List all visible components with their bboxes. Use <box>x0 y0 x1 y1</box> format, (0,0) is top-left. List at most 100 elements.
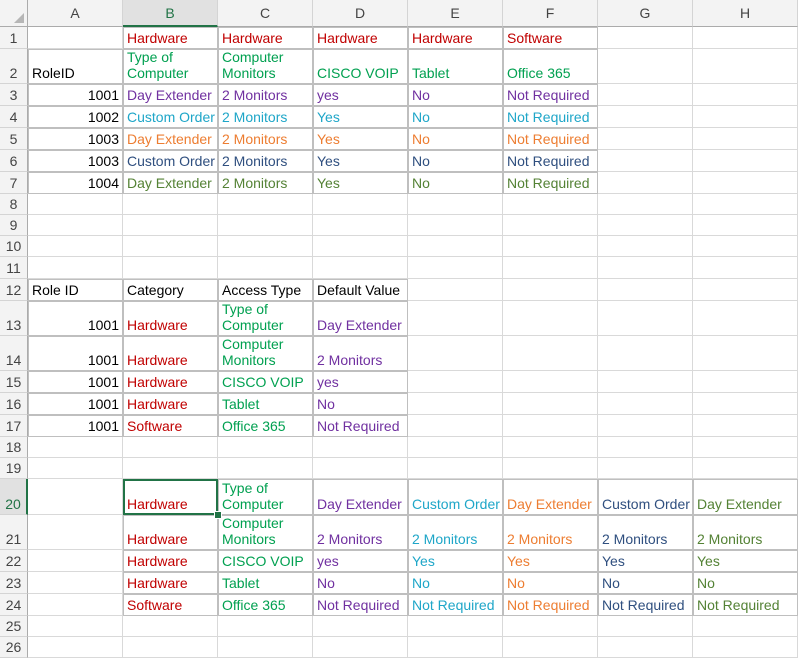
value-cell[interactable]: Tablet <box>218 393 313 415</box>
row-header-19[interactable]: 19 <box>0 458 28 479</box>
role-id-cell[interactable]: 1001 <box>28 336 123 371</box>
value-cell[interactable]: No <box>408 128 503 150</box>
row-header-5[interactable]: 5 <box>0 128 28 150</box>
role-id-cell[interactable]: 1002 <box>28 106 123 128</box>
value-cell[interactable]: Day Extender <box>123 128 218 150</box>
value-cell[interactable]: Office 365 <box>218 594 313 616</box>
value-cell[interactable]: Office 365 <box>218 415 313 437</box>
value-cell[interactable]: Type of Computer <box>218 301 313 336</box>
category-header[interactable]: Hardware <box>123 27 218 49</box>
column-header-c[interactable]: C <box>218 0 313 27</box>
column-header-a[interactable]: A <box>28 0 123 27</box>
value-cell[interactable]: Not Required <box>503 128 598 150</box>
row-header-6[interactable]: 6 <box>0 150 28 172</box>
value-cell[interactable]: Not Required <box>503 172 598 194</box>
row-header-20[interactable]: 20 <box>0 479 28 515</box>
category-header[interactable]: Software <box>503 27 598 49</box>
roleid-header[interactable]: RoleID <box>28 49 123 84</box>
row-header-16[interactable]: 16 <box>0 393 28 415</box>
role-id-cell[interactable]: 1004 <box>28 172 123 194</box>
value-cell[interactable]: No <box>693 572 798 594</box>
value-cell[interactable]: Not Required <box>408 594 503 616</box>
value-cell[interactable]: Yes <box>408 550 503 572</box>
row-header-21[interactable]: 21 <box>0 515 28 550</box>
value-cell[interactable]: Yes <box>313 172 408 194</box>
value-cell[interactable]: Custom Order <box>123 150 218 172</box>
value-cell[interactable]: Hardware <box>123 336 218 371</box>
value-cell[interactable]: No <box>408 106 503 128</box>
role-id-cell[interactable]: 1003 <box>28 128 123 150</box>
value-cell[interactable]: Day Extender <box>503 479 598 515</box>
value-cell[interactable]: Yes <box>503 550 598 572</box>
value-cell[interactable]: No <box>408 572 503 594</box>
access-type-header[interactable]: Tablet <box>408 49 503 84</box>
access-type-header[interactable]: Computer Monitors <box>218 49 313 84</box>
value-cell[interactable]: No <box>313 572 408 594</box>
value-cell[interactable]: No <box>408 172 503 194</box>
row-header-2[interactable]: 2 <box>0 49 28 84</box>
value-cell[interactable]: 2 Monitors <box>218 172 313 194</box>
access-type-header[interactable]: Office 365 <box>503 49 598 84</box>
value-cell[interactable]: Not Required <box>503 106 598 128</box>
table2-header[interactable]: Access Type <box>218 279 313 301</box>
value-cell[interactable]: No <box>313 393 408 415</box>
value-cell[interactable]: No <box>598 572 693 594</box>
table2-header[interactable]: Role ID <box>28 279 123 301</box>
row-header-23[interactable]: 23 <box>0 572 28 594</box>
value-cell[interactable]: Day Extender <box>313 479 408 515</box>
fill-handle[interactable] <box>214 511 222 519</box>
value-cell[interactable]: Custom Order <box>408 479 503 515</box>
spreadsheet-grid[interactable]: A B C D E F G H 1 2 3 4 5 6 7 8 9 10 11 12 13 14 15 16 17 18 19 20 2… <box>0 0 798 658</box>
value-cell[interactable]: Yes <box>598 550 693 572</box>
value-cell[interactable]: yes <box>313 84 408 106</box>
value-cell[interactable]: Yes <box>313 106 408 128</box>
value-cell[interactable]: 2 Monitors <box>408 515 503 550</box>
value-cell[interactable]: Not Required <box>693 594 798 616</box>
category-header[interactable]: Hardware <box>313 27 408 49</box>
value-cell[interactable]: Hardware <box>123 393 218 415</box>
access-type-header[interactable]: Type of Computer <box>123 49 218 84</box>
value-cell[interactable]: Yes <box>693 550 798 572</box>
value-cell[interactable]: 2 Monitors <box>503 515 598 550</box>
value-cell[interactable]: Hardware <box>123 371 218 393</box>
row-header-25[interactable]: 25 <box>0 616 28 637</box>
row-header-12[interactable]: 12 <box>0 279 28 301</box>
value-cell[interactable]: No <box>408 150 503 172</box>
row-header-18[interactable]: 18 <box>0 437 28 458</box>
value-cell[interactable]: Custom Order <box>598 479 693 515</box>
value-cell[interactable]: No <box>503 572 598 594</box>
role-id-cell[interactable]: 1001 <box>28 415 123 437</box>
row-header-17[interactable]: 17 <box>0 415 28 437</box>
select-all-corner[interactable] <box>0 0 28 27</box>
value-cell[interactable]: 2 Monitors <box>218 84 313 106</box>
value-cell[interactable]: Not Required <box>313 415 408 437</box>
value-cell[interactable]: No <box>408 84 503 106</box>
value-cell[interactable]: Day Extender <box>123 172 218 194</box>
value-cell[interactable]: Tablet <box>218 572 313 594</box>
value-cell[interactable]: Computer Monitors <box>218 336 313 371</box>
role-id-cell[interactable]: 1001 <box>28 393 123 415</box>
table2-header[interactable]: Default Value <box>313 279 408 301</box>
value-cell[interactable]: 2 Monitors <box>598 515 693 550</box>
row-header-7[interactable]: 7 <box>0 172 28 194</box>
active-cell[interactable]: Hardware <box>123 479 218 515</box>
value-cell[interactable]: Day Extender <box>693 479 798 515</box>
role-id-cell[interactable]: 1001 <box>28 371 123 393</box>
value-cell[interactable]: 2 Monitors <box>313 515 408 550</box>
row-header-14[interactable]: 14 <box>0 336 28 371</box>
value-cell[interactable]: Computer Monitors <box>218 515 313 550</box>
value-cell[interactable]: 2 Monitors <box>693 515 798 550</box>
column-header-h[interactable]: H <box>693 0 798 27</box>
access-type-header[interactable]: CISCO VOIP <box>313 49 408 84</box>
column-header-g[interactable]: G <box>598 0 693 27</box>
row-header-11[interactable]: 11 <box>0 257 28 279</box>
row-header-10[interactable]: 10 <box>0 236 28 257</box>
value-cell[interactable]: Not Required <box>598 594 693 616</box>
row-header-9[interactable]: 9 <box>0 215 28 236</box>
column-header-d[interactable]: D <box>313 0 408 27</box>
row-header-22[interactable]: 22 <box>0 550 28 572</box>
value-cell[interactable]: Not Required <box>503 150 598 172</box>
value-cell[interactable]: Hardware <box>123 515 218 550</box>
role-id-cell[interactable]: 1001 <box>28 301 123 336</box>
value-cell[interactable]: CISCO VOIP <box>218 550 313 572</box>
